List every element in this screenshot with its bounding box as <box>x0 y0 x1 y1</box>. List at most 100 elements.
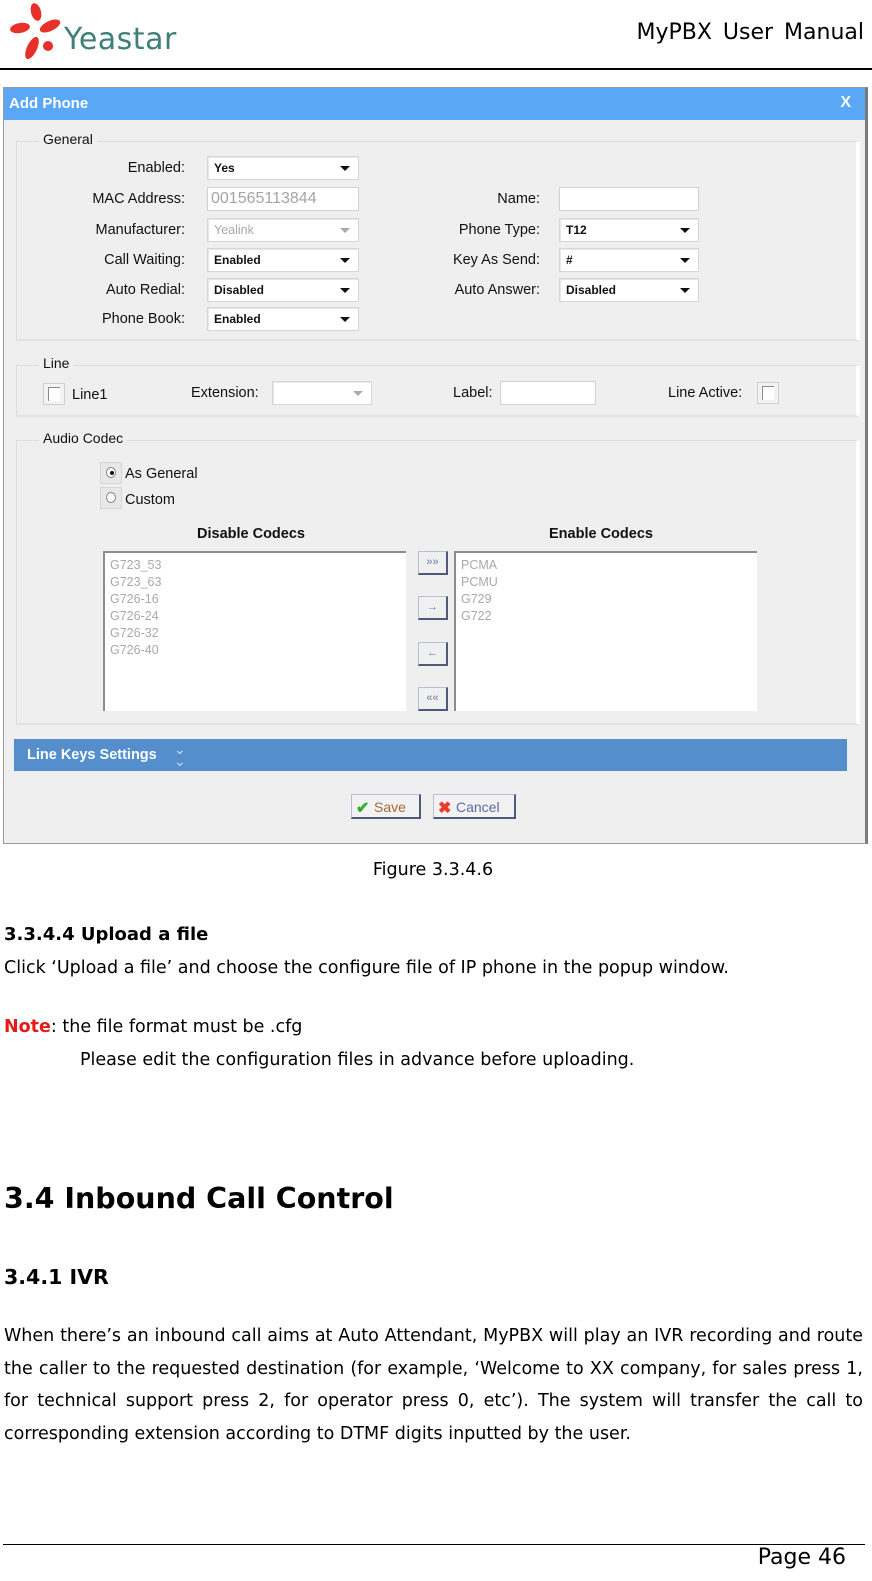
call-waiting-select[interactable]: Enabled <box>207 248 359 272</box>
codec-item[interactable]: PCMA <box>461 557 752 574</box>
double-chevron-down-icon: ⌄ ⌄ <box>174 741 186 769</box>
save-button[interactable]: ✔ Save <box>351 794 421 819</box>
extension-select[interactable] <box>272 381 372 405</box>
auto-answer-select[interactable]: Disabled <box>559 278 699 302</box>
note-text-2: Please edit the configuration files in a… <box>80 1050 635 1070</box>
codec-item[interactable]: G723_53 <box>110 557 401 574</box>
auto-redial-select[interactable]: Disabled <box>207 278 359 302</box>
manufacturer-select[interactable]: Yealink <box>207 218 359 242</box>
label-field[interactable] <box>500 381 596 405</box>
auto-answer-value: Disabled <box>566 283 617 297</box>
section-3344-body: Click ‘Upload a file’ and choose the con… <box>4 958 729 978</box>
line-active-checkbox[interactable] <box>757 382 779 404</box>
save-label: Save <box>374 799 406 815</box>
auto-redial-label: Auto Redial: <box>106 282 185 298</box>
as-general-label: As General <box>125 466 198 482</box>
note-line: Note: the file format must be .cfg <box>4 1017 302 1037</box>
section-341-title: 3.4.1 IVR <box>4 1265 109 1289</box>
codec-item[interactable]: PCMU <box>461 574 752 591</box>
codec-item[interactable]: G726-40 <box>110 642 401 659</box>
line-legend: Line <box>39 355 74 371</box>
chevron-down-icon <box>340 228 350 233</box>
enabled-select[interactable]: Yes <box>207 156 359 180</box>
checkmark-icon: ✔ <box>356 800 370 817</box>
yeastar-flower-icon <box>10 3 61 60</box>
figure-caption: Figure 3.3.4.6 <box>372 860 494 880</box>
move-left-button[interactable]: ← <box>418 642 448 666</box>
enabled-label: Enabled: <box>127 160 185 176</box>
line-keys-settings-label: Line Keys Settings <box>27 747 157 763</box>
mac-address-value: 001565113844 <box>211 190 317 207</box>
move-all-left-button[interactable]: «« <box>418 687 448 711</box>
section-3344-title: 3.3.4.4 Upload a file <box>4 924 209 945</box>
line1-checkbox[interactable] <box>43 383 65 405</box>
chevron-down-icon <box>340 258 350 263</box>
mac-address-field[interactable]: 001565113844 <box>207 187 359 211</box>
phone-type-select[interactable]: T12 <box>559 218 699 242</box>
phone-type-value: T12 <box>566 223 587 237</box>
note-text: : the file format must be .cfg <box>50 1017 303 1037</box>
disabled-codecs-list[interactable]: G723_53 G723_63 G726-16 G726-24 G726-32 … <box>103 551 406 711</box>
page-header: Yeastar MyPBX User Manual <box>0 0 872 70</box>
name-field[interactable] <box>559 187 699 211</box>
chevron-down-icon <box>680 288 690 293</box>
auto-answer-label: Auto Answer: <box>454 282 540 298</box>
auto-redial-value: Disabled <box>214 283 265 297</box>
add-phone-dialog: Add Phone X General Enabled: Yes MAC Add… <box>3 87 868 844</box>
chevron-down-icon <box>340 288 350 293</box>
phone-type-label: Phone Type: <box>458 222 540 238</box>
codec-item[interactable]: G729 <box>461 591 752 608</box>
phone-book-select[interactable]: Enabled <box>207 307 359 331</box>
general-legend: General <box>39 131 97 147</box>
call-waiting-value: Enabled <box>214 253 261 267</box>
key-as-send-label: Key As Send: <box>452 252 540 268</box>
label-label: Label: <box>453 385 493 401</box>
line-keys-settings-toggle[interactable]: Line Keys Settings ⌄ ⌄ <box>14 739 847 771</box>
yeastar-logo: Yeastar <box>6 2 176 64</box>
enable-codecs-heading: Enable Codecs <box>549 526 653 542</box>
codec-item[interactable]: G722 <box>461 608 752 625</box>
dialog-titlebar: Add Phone X <box>4 88 865 120</box>
note-label: Note <box>4 1017 51 1037</box>
dialog-title: Add Phone <box>9 95 89 112</box>
custom-radio[interactable] <box>100 487 122 509</box>
manufacturer-label: Manufacturer: <box>95 222 185 238</box>
codec-item[interactable]: G726-32 <box>110 625 401 642</box>
radio-dot-icon <box>106 492 116 503</box>
manufacturer-value: Yealink <box>214 223 254 237</box>
line-active-label: Line Active: <box>668 385 743 401</box>
chevron-down-icon <box>340 166 350 171</box>
key-as-send-value: # <box>566 253 573 267</box>
disable-codecs-heading: Disable Codecs <box>197 526 305 542</box>
codec-item[interactable]: G726-16 <box>110 591 401 608</box>
codec-item[interactable]: G726-24 <box>110 608 401 625</box>
chevron-down-icon <box>340 317 350 322</box>
chevron-down-icon <box>680 258 690 263</box>
move-right-button[interactable]: → <box>418 596 448 620</box>
header-divider <box>0 68 872 70</box>
key-as-send-select[interactable]: # <box>559 248 699 272</box>
section-341-body: When there’s an inbound call aims at Aut… <box>4 1326 863 1444</box>
section-34-title: 3.4 Inbound Call Control <box>4 1182 394 1215</box>
phone-book-value: Enabled <box>214 312 261 326</box>
mac-address-label: MAC Address: <box>92 191 185 207</box>
radio-dot-icon <box>106 467 116 478</box>
chevron-down-icon <box>353 391 363 396</box>
manual-title: MyPBX User Manual <box>636 20 864 45</box>
phone-book-label: Phone Book: <box>101 311 185 327</box>
cancel-label: Cancel <box>456 799 500 815</box>
call-waiting-label: Call Waiting: <box>104 252 185 268</box>
close-icon[interactable]: X <box>840 94 851 112</box>
audio-codec-legend: Audio Codec <box>39 430 128 446</box>
footer-divider <box>3 1544 865 1545</box>
page-number: Page 46 <box>757 1545 846 1570</box>
logo-text: Yeastar <box>64 22 177 57</box>
enabled-codecs-list[interactable]: PCMA PCMU G729 G722 <box>454 551 757 711</box>
enabled-value: Yes <box>214 161 235 175</box>
as-general-radio[interactable] <box>100 462 122 484</box>
codec-item[interactable]: G723_63 <box>110 574 401 591</box>
cross-icon: ✖ <box>438 800 452 817</box>
move-all-right-button[interactable]: »» <box>418 551 448 575</box>
line1-label: Line1 <box>72 387 108 403</box>
cancel-button[interactable]: ✖ Cancel <box>433 794 516 819</box>
